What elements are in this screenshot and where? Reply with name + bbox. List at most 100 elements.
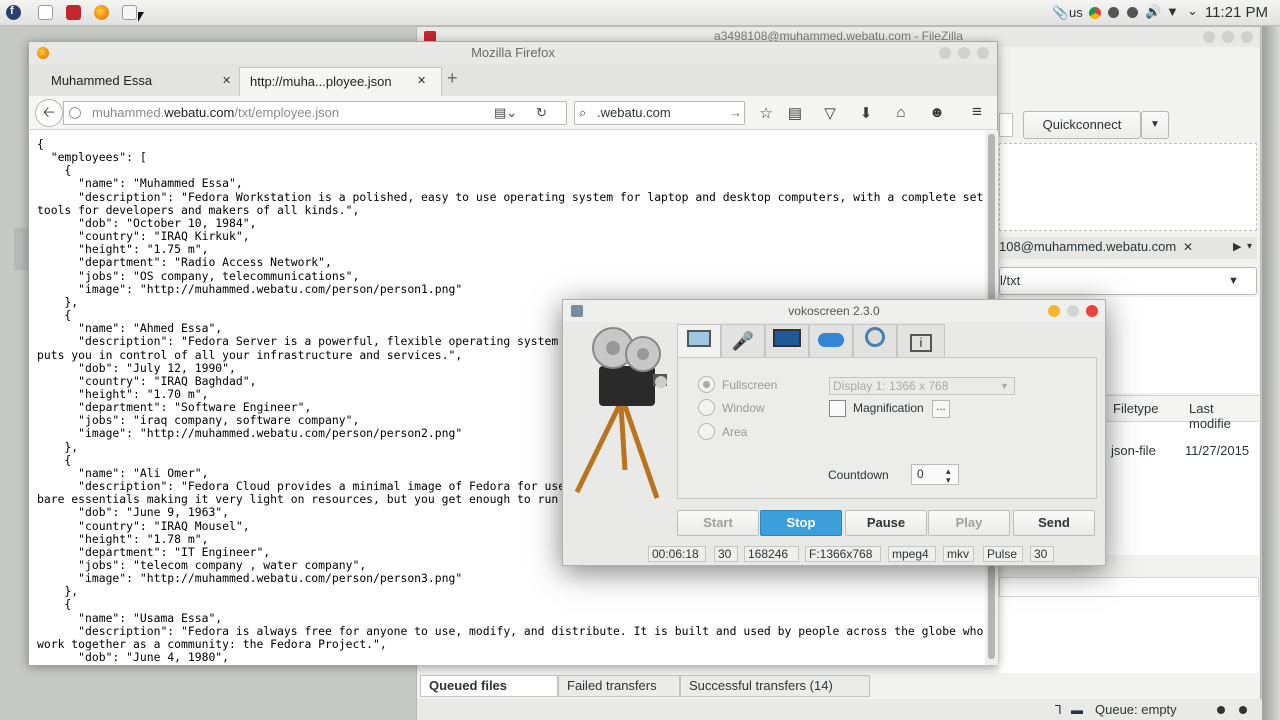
- pocket-icon[interactable]: ▽: [820, 104, 840, 122]
- close-button[interactable]: [1086, 305, 1098, 317]
- tab-employee-json[interactable]: http://muha...ployee.json: [239, 67, 442, 96]
- remote-path-input[interactable]: l/txt ▼: [999, 267, 1257, 295]
- search-go-icon[interactable]: →: [729, 102, 742, 124]
- attachment-icon: 📎: [1052, 5, 1069, 20]
- fullscreen-radio[interactable]: [698, 376, 715, 393]
- back-button[interactable]: 🡠: [35, 99, 63, 127]
- spin-down-icon[interactable]: ▾: [946, 471, 951, 490]
- url-bar[interactable]: muhammed.webatu.com/txt/employee.json ▤⌄…: [63, 101, 567, 125]
- reload-icon[interactable]: ↻: [536, 102, 547, 124]
- wifi-icon[interactable]: ▼: [1166, 4, 1179, 19]
- port-field[interactable]: [999, 113, 1013, 137]
- frame-size: F:1366x768: [805, 546, 881, 562]
- minimize-button[interactable]: [1203, 31, 1215, 43]
- file-date[interactable]: 11/27/2015: [1185, 443, 1249, 458]
- tab-failed-transfers[interactable]: Failed transfers: [558, 675, 680, 697]
- queue-tabs: Queued files Failed transfers Successful…: [417, 675, 1262, 699]
- chevron-down-icon[interactable]: ▼: [1228, 268, 1239, 294]
- quickconnect-button[interactable]: Quickconnect: [1023, 111, 1141, 139]
- filezilla-icon[interactable]: [66, 5, 81, 20]
- navigation-bar: 🡠 muhammed.webatu.com/txt/employee.json …: [29, 96, 997, 130]
- webcam-icon: [865, 327, 885, 347]
- tab-queued-files[interactable]: Queued files: [420, 675, 558, 697]
- movie-camera-icon: [574, 327, 667, 499]
- send-button[interactable]: Send: [1013, 510, 1095, 536]
- magnification-settings-button[interactable]: ...: [932, 400, 950, 418]
- hello-icon[interactable]: ☻: [927, 104, 947, 121]
- desktop-handle: [14, 228, 28, 270]
- tab-webcam[interactable]: [853, 324, 897, 359]
- display-select[interactable]: Display 1: 1366 x 768 ▼: [829, 377, 1015, 395]
- chrome-icon[interactable]: [1089, 7, 1101, 19]
- clock[interactable]: 11:21 PM: [1205, 4, 1268, 21]
- vokoscreen-icon: [571, 305, 583, 317]
- url-prefix: muhammed.: [92, 105, 165, 120]
- fedora-icon[interactable]: f: [6, 5, 21, 20]
- chevron-down-icon[interactable]: ▾: [1247, 237, 1252, 257]
- search-bar[interactable]: ⌕ .webatu.com →: [574, 101, 745, 125]
- url-host: webatu.com: [164, 105, 235, 120]
- reading-list-icon[interactable]: ▤: [785, 104, 805, 122]
- monitor-icon: [687, 330, 711, 347]
- screenshot-icon[interactable]: [122, 5, 137, 20]
- volume-icon[interactable]: 🔊: [1145, 4, 1161, 20]
- tab-title: Muhammed Essa: [51, 73, 153, 88]
- bookmark-star-icon[interactable]: ☆: [756, 104, 776, 122]
- magnification-checkbox[interactable]: [829, 400, 846, 417]
- stop-button[interactable]: Stop: [760, 510, 842, 536]
- remote-site-tab[interactable]: 108@muhammed.webatu.com ✕ ▶ ▾: [999, 237, 1257, 259]
- close-icon[interactable]: ✕: [417, 74, 426, 87]
- close-button[interactable]: [977, 47, 989, 59]
- video-codec: mpeg4: [888, 546, 936, 562]
- window-radio[interactable]: [698, 399, 715, 416]
- start-button[interactable]: Start: [677, 510, 759, 536]
- info-icon[interactable]: [69, 107, 81, 119]
- close-icon[interactable]: ✕: [1183, 237, 1193, 257]
- microphone-icon: 🎤: [731, 331, 755, 351]
- tab-settings[interactable]: [809, 324, 853, 359]
- close-button[interactable]: [1241, 31, 1253, 43]
- tab-successful-transfers[interactable]: Successful transfers (14): [680, 675, 870, 697]
- chevron-right-icon[interactable]: ▶: [1233, 237, 1241, 257]
- countdown-label: Countdown: [828, 468, 889, 482]
- close-icon[interactable]: ✕: [222, 74, 231, 87]
- audio-fps: 30: [1030, 546, 1054, 562]
- pause-button[interactable]: Pause: [845, 510, 927, 536]
- queue-area: [999, 597, 1259, 673]
- tab-muhammed-essa[interactable]: Muhammed Essa: [29, 67, 239, 96]
- chevron-down-icon: ▼: [1000, 381, 1009, 391]
- new-tab-icon[interactable]: +: [447, 68, 458, 89]
- desktop-edge: [1262, 26, 1280, 720]
- minimize-button[interactable]: [1048, 305, 1060, 317]
- display-value: Display 1: 1366 x 768: [833, 379, 949, 393]
- area-radio[interactable]: [698, 423, 715, 440]
- tab-screen[interactable]: [677, 324, 721, 359]
- menu-icon[interactable]: ≡: [967, 102, 987, 122]
- window-icon[interactable]: [38, 5, 53, 20]
- maximize-button[interactable]: [1067, 305, 1079, 317]
- minimize-button[interactable]: [939, 47, 951, 59]
- firefox-icon[interactable]: [94, 5, 109, 20]
- info-icon: i: [910, 334, 932, 352]
- home-icon[interactable]: ⌂: [891, 104, 911, 121]
- download-icon[interactable]: ⬇: [856, 104, 876, 122]
- reader-view-icon[interactable]: ▤⌄: [494, 102, 517, 124]
- file-type[interactable]: json-file: [1111, 443, 1156, 458]
- tab-audio[interactable]: 🎤: [721, 324, 765, 359]
- quickconnect-dropdown[interactable]: ▼: [1141, 111, 1169, 139]
- remote-tab-label: 108@muhammed.webatu.com: [999, 239, 1177, 254]
- queue-header: [999, 577, 1259, 597]
- tab-about[interactable]: i: [897, 324, 945, 359]
- tab-video[interactable]: [765, 324, 809, 359]
- play-button[interactable]: Play: [928, 510, 1010, 536]
- record-icon[interactable]: [1108, 7, 1119, 18]
- maximize-button[interactable]: [1222, 31, 1234, 43]
- countdown-value: 0: [917, 467, 924, 481]
- pause-icon[interactable]: [1127, 7, 1138, 18]
- col-filetype[interactable]: Filetype: [1113, 401, 1159, 416]
- keyboard-layout[interactable]: us: [1069, 5, 1083, 20]
- maximize-button[interactable]: [958, 47, 970, 59]
- countdown-spinbox[interactable]: 0 ▴ ▾: [911, 464, 959, 485]
- col-lastmodified[interactable]: Last modifie: [1189, 401, 1259, 431]
- chevron-down-icon[interactable]: ⌄: [1187, 3, 1198, 19]
